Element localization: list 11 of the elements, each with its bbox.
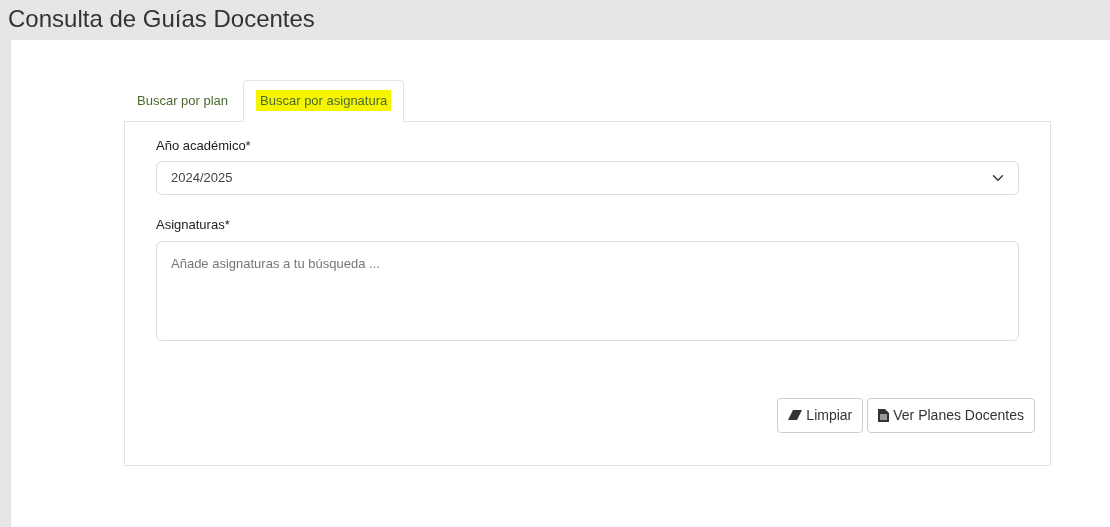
eraser-icon	[788, 410, 803, 420]
tab[interactable]: Buscar por asignatura	[243, 80, 405, 122]
document-icon	[878, 408, 890, 422]
page-title: Consulta de Guías Docentes	[8, 4, 316, 34]
clear-button[interactable]: Limpiar	[777, 397, 864, 433]
subjects-field[interactable]: Añade asignaturas a tu búsqueda ...	[156, 240, 1019, 341]
field-label: Año académico*	[156, 136, 252, 155]
tab[interactable]: Buscar por plan	[124, 80, 242, 122]
year-select[interactable]: 2024/2025	[156, 161, 1019, 195]
view-button[interactable]: Ver Planes Docentes	[867, 397, 1035, 433]
field-label: Asignaturas*	[156, 216, 231, 234]
